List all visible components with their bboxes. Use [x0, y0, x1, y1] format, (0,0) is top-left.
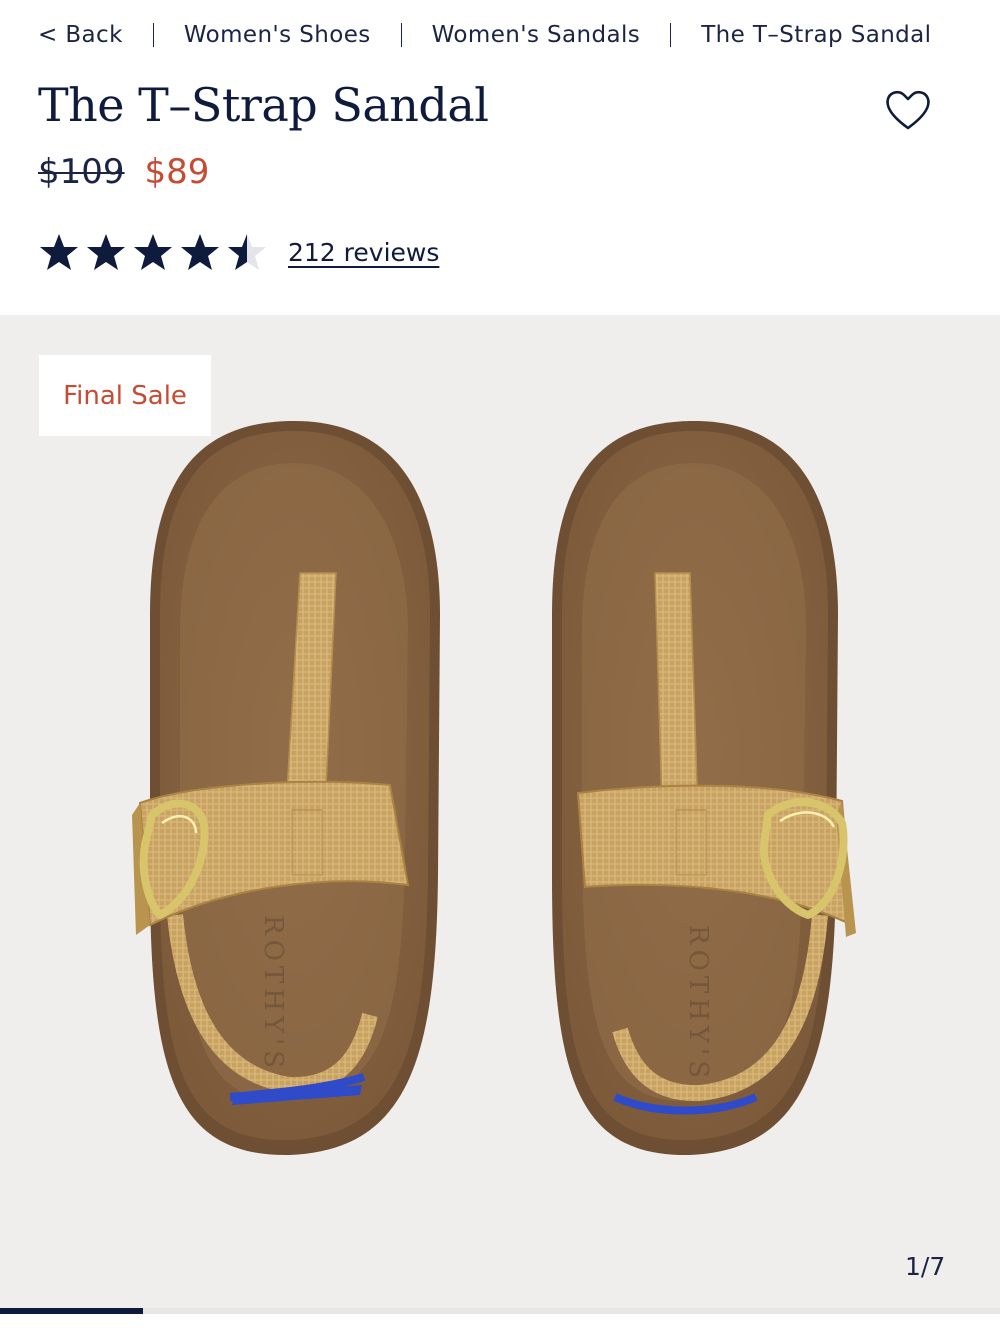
heart-outline-icon	[886, 90, 930, 130]
favorite-button[interactable]	[882, 84, 934, 136]
breadcrumb-current-product[interactable]: The T–Strap Sandal	[701, 22, 931, 48]
star-rating	[38, 232, 268, 272]
breadcrumb-womens-sandals[interactable]: Women's Sandals	[432, 22, 641, 48]
right-sandal: ROTHY'S	[552, 420, 856, 1156]
back-link[interactable]: < Back	[38, 22, 123, 48]
product-image: ROTHY'S ROTHY'S	[132, 420, 856, 1156]
breadcrumb-divider	[152, 23, 154, 47]
price-block: $109 $89	[38, 152, 209, 192]
left-sandal: ROTHY'S	[132, 420, 440, 1156]
original-price: $109	[38, 152, 125, 192]
star-icon	[134, 234, 172, 270]
product-title: The T–Strap Sandal	[38, 78, 489, 132]
final-sale-badge: Final Sale	[39, 355, 211, 436]
image-counter: 1/7	[905, 1252, 946, 1281]
breadcrumb-womens-shoes[interactable]: Women's Shoes	[184, 22, 371, 48]
breadcrumb-divider	[670, 23, 672, 47]
sale-price: $89	[144, 152, 210, 192]
star-icon	[181, 234, 219, 270]
insole-brand-right: ROTHY'S	[683, 925, 713, 1083]
breadcrumb: < Back Women's Shoes Women's Sandals The…	[38, 18, 931, 52]
rating-row: 212 reviews	[38, 230, 439, 274]
insole-brand-left: ROTHY'S	[258, 915, 288, 1073]
gallery-progress-fill	[0, 1308, 143, 1314]
star-icon	[40, 234, 78, 270]
star-icon	[87, 234, 125, 270]
breadcrumb-divider	[400, 23, 402, 47]
star-icon	[228, 234, 266, 270]
gallery-progress-bar	[0, 1308, 1000, 1314]
reviews-link[interactable]: 212 reviews	[288, 238, 439, 267]
product-image-gallery[interactable]: ROTHY'S ROTHY'S Final Sale 1/7	[0, 315, 1000, 1308]
